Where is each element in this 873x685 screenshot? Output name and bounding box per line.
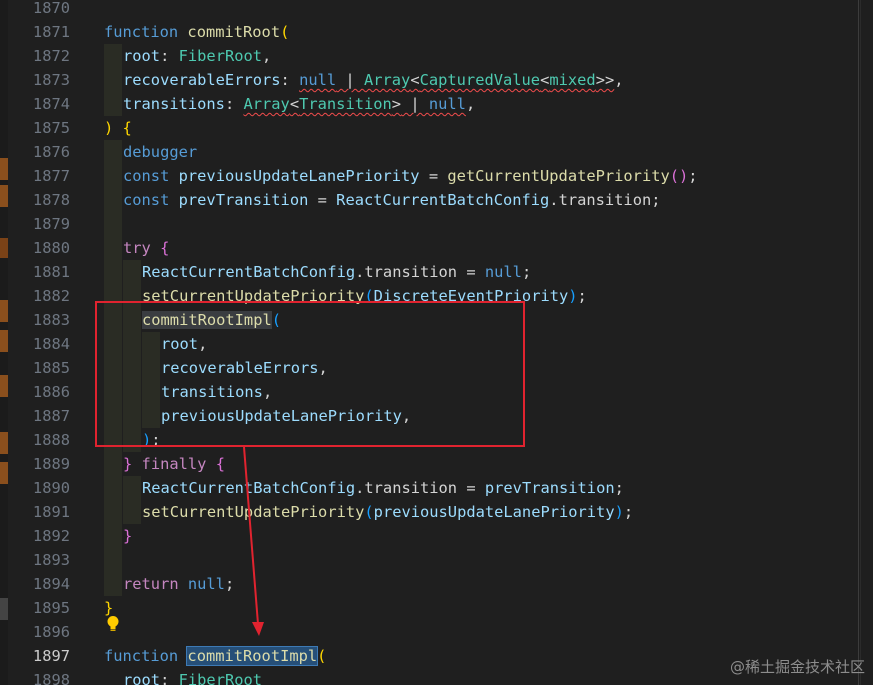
lightbulb-icon[interactable] — [106, 615, 120, 637]
annotation-arrow — [243, 446, 264, 636]
watermark: @稀土掘金技术社区 — [729, 658, 865, 676]
code-editor[interactable]: 1870 1871 1872 1873 1874 1875 1876 1877 1878 1879… — [0, 0, 873, 685]
